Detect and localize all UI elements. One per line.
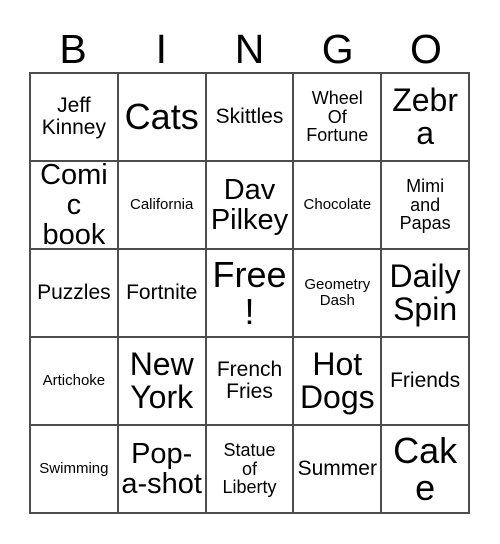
bingo-cell-label: Skittles [215,105,284,129]
bingo-cell-label: Free! [212,253,287,332]
bingo-cell[interactable]: Summer [294,426,383,514]
bingo-cell-label: Geometry Dash [304,276,371,309]
bingo-cell-label: Cats [124,96,199,138]
header-letter-g: G [321,26,354,72]
bingo-cell[interactable]: Daily Spin [382,250,470,338]
bingo-cell-label: Fortnite [126,281,198,305]
bingo-cell-label: Jeff Kinney [41,94,106,139]
bingo-cell[interactable]: California [118,162,207,250]
bingo-cell[interactable]: Fortnite [118,250,207,338]
bingo-cell-label: French Fries [216,358,283,403]
bingo-cell-label: Wheel Of Fortune [306,87,369,146]
bingo-cell-label: Swimming [39,460,109,478]
bingo-cell-label: Dav Pilkey [210,173,289,236]
bingo-grid: Jeff Kinney Cats Skittles Wheel Of Fortu… [29,72,470,514]
bingo-header: B I N G O [29,22,470,70]
bingo-cell[interactable]: Puzzles [31,250,119,338]
bingo-cell[interactable]: Geometry Dash [294,250,383,338]
bingo-cell-label: Summer [297,457,377,481]
bingo-cell[interactable]: Friends [382,338,470,426]
bingo-cell[interactable]: Zebra [382,74,470,162]
bingo-cell-label: Chocolate [303,196,372,214]
bingo-cell[interactable]: Artichoke [31,338,119,426]
header-letter-n: N [234,26,265,72]
bingo-cell[interactable]: Jeff Kinney [31,74,119,162]
bingo-cell[interactable]: Statue of Liberty [206,426,295,514]
bingo-cell-label: New York [129,345,194,415]
bingo-cell[interactable]: Dav Pilkey [206,162,295,250]
bingo-cell[interactable]: Mimi and Papas [382,162,470,250]
bingo-cell[interactable]: Cake [382,426,470,514]
bingo-cell-free[interactable]: Free! [206,250,295,338]
bingo-cell[interactable]: Skittles [206,74,295,162]
bingo-cell[interactable]: New York [118,338,207,426]
bingo-cell[interactable]: Comic book [31,162,119,250]
bingo-cell-label: Daily Spin [389,257,461,327]
bingo-cell-label: Puzzles [37,281,111,305]
bingo-cell[interactable]: Pop- a-shot [118,426,207,514]
bingo-card: B I N G O Jeff Kinney Cats Skittles Whee… [0,0,500,544]
bingo-cell-label: Pop- a-shot [121,437,202,500]
bingo-cell[interactable]: Wheel Of Fortune [294,74,383,162]
bingo-cell-label: Zebra [392,81,458,151]
bingo-cell[interactable]: Cats [118,74,207,162]
header-letter-i: I [155,26,167,72]
bingo-cell-label: Artichoke [42,372,106,390]
bingo-cell-label: California [130,196,194,214]
bingo-cell[interactable]: French Fries [206,338,295,426]
bingo-cell-label: Mimi and Papas [399,175,451,234]
bingo-cell-label: Comic book [40,162,108,250]
bingo-cell[interactable]: Chocolate [294,162,383,250]
bingo-cell-label: Cake [393,429,458,508]
bingo-cell-label: Statue of Liberty [222,439,277,498]
bingo-cell-label: Hot Dogs [299,345,375,415]
header-letter-o: O [409,26,442,72]
bingo-cell-label: Friends [390,369,461,393]
bingo-cell[interactable]: Swimming [31,426,119,514]
header-letter-b: B [59,26,87,72]
bingo-cell[interactable]: Hot Dogs [294,338,383,426]
